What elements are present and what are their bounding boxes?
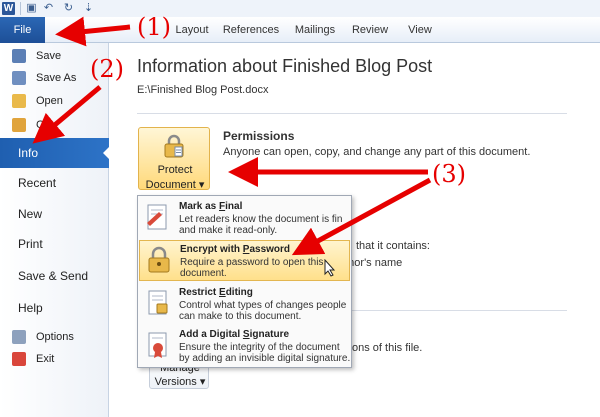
arrow-step-3-to-menu [291,177,432,256]
annotation-step-2: (2) [90,55,124,83]
arrow-step-1 [55,16,131,47]
arrow-step-2 [32,85,102,144]
annotation-step-1: (1) [137,13,171,41]
annotation-step-3: (3) [432,160,466,188]
